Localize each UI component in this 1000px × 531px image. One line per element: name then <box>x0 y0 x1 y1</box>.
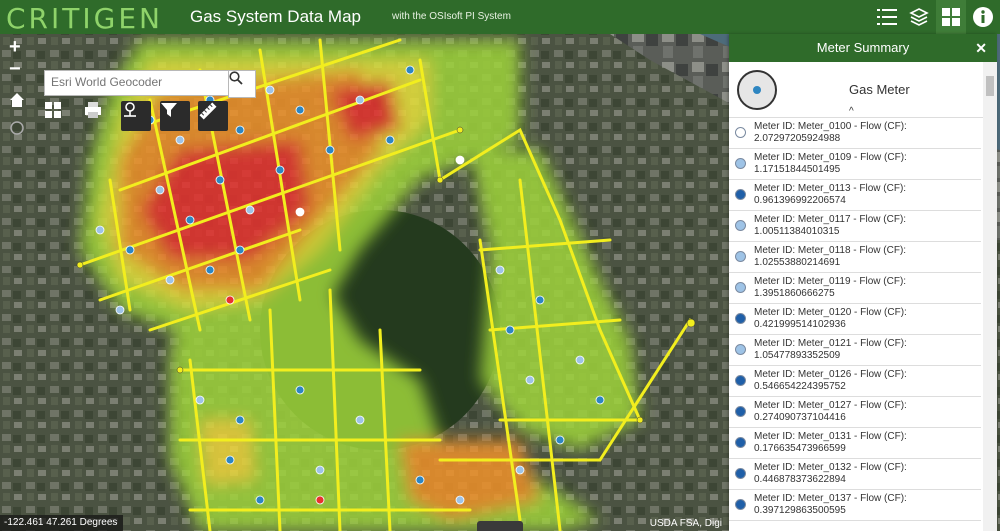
meter-status-icon <box>735 499 746 510</box>
map-attribution: USDA FSA, Digi <box>649 518 722 529</box>
locate-icon <box>10 121 24 135</box>
meter-row[interactable]: Meter ID: Meter_0118 - Flow (CF): 1.02553… <box>729 242 981 273</box>
zoom-out-button[interactable]: − <box>9 58 21 81</box>
meter-row-value: 0.421999514102936 <box>754 319 846 330</box>
meter-status-icon <box>735 251 746 262</box>
panel-header: Meter Summary ✕ <box>729 34 997 62</box>
meter-row[interactable]: Meter ID: Meter_0109 - Flow (CF): 1.17151… <box>729 149 981 180</box>
meter-row-label: Meter ID: Meter_0127 - Flow (CF): <box>754 400 907 411</box>
meter-row-value: 1.3951860666275 <box>754 288 835 299</box>
meter-row[interactable]: Meter ID: Meter_0121 - Flow (CF): 1.05477… <box>729 335 981 366</box>
ruler-icon <box>199 102 217 120</box>
meter-row-label: Meter ID: Meter_0126 - Flow (CF): <box>754 369 907 380</box>
app-header: CRITIGEN Gas System Data Map with the OS… <box>0 0 1000 35</box>
meter-row[interactable]: Meter ID: Meter_0137 - Flow (CF): 0.39712… <box>729 490 981 521</box>
meter-row[interactable]: Meter ID: Meter_0100 - Flow (CF): 2.07297… <box>729 118 981 149</box>
geocoder-search <box>44 70 237 96</box>
search-input[interactable] <box>45 71 237 93</box>
layers-button[interactable] <box>904 0 934 34</box>
app-title: Gas System Data Map <box>190 7 362 26</box>
meter-row[interactable]: Meter ID: Meter_0113 - Flow (CF): 0.96139… <box>729 180 981 211</box>
meter-status-icon <box>735 468 746 479</box>
meter-row-value: 0.961396992206574 <box>754 195 846 206</box>
pin-icon <box>124 102 136 117</box>
meter-status-icon <box>735 127 746 138</box>
meter-row-label: Meter ID: Meter_0131 - Flow (CF): <box>754 431 907 442</box>
search-icon <box>229 71 243 85</box>
meter-row[interactable]: Meter ID: Meter_0120 - Flow (CF): 0.42199… <box>729 304 981 335</box>
close-icon[interactable]: ✕ <box>975 34 987 62</box>
meter-row[interactable]: Meter ID: Meter_0117 - Flow (CF): 1.00511… <box>729 211 981 242</box>
meter-status-icon <box>735 375 746 386</box>
list-button[interactable] <box>872 0 902 34</box>
print-tool-button[interactable] <box>83 101 113 131</box>
meter-row[interactable]: Meter ID: Meter_0127 - Flow (CF): 0.27409… <box>729 397 981 428</box>
meter-status-icon <box>735 344 746 355</box>
meter-status-icon <box>735 437 746 448</box>
scrollbar-thumb[interactable] <box>986 76 994 96</box>
meter-row-label: Meter ID: Meter_0121 - Flow (CF): <box>754 338 907 349</box>
meter-row[interactable]: Meter ID: Meter_0132 - Flow (CF): 0.44687… <box>729 459 981 490</box>
meter-row-value: 1.00511384010315 <box>754 226 840 237</box>
meter-row-value: 0.397129863500595 <box>754 505 846 516</box>
meter-row-label: Meter ID: Meter_0100 - Flow (CF): <box>754 121 907 132</box>
panel-scrollbar[interactable] <box>983 62 997 531</box>
meter-row-value: 0.176635473966599 <box>754 443 846 454</box>
meter-row-value: 0.274090737104416 <box>754 412 846 423</box>
meter-status-icon <box>735 220 746 231</box>
home-icon <box>10 93 24 107</box>
info-button[interactable] <box>968 0 998 34</box>
meter-row-value: 0.546654224395752 <box>754 381 846 392</box>
meter-row-label: Meter ID: Meter_0118 - Flow (CF): <box>754 245 907 256</box>
meter-row-label: Meter ID: Meter_0119 - Flow (CF): <box>754 276 907 287</box>
bottom-panel-toggle[interactable] <box>477 521 523 531</box>
panel-title: Meter Summary <box>816 40 910 55</box>
meter-card: Gas Meter ^ <box>729 62 997 118</box>
meter-row[interactable]: Meter ID: Meter_0126 - Flow (CF): 0.54665… <box>729 366 981 397</box>
basemap-tool-button[interactable] <box>44 101 74 131</box>
meter-status-icon <box>735 313 746 324</box>
filter-icon <box>161 103 177 117</box>
meter-row-label: Meter ID: Meter_0113 - Flow (CF): <box>754 183 907 194</box>
meter-status-icon <box>735 282 746 293</box>
layers-icon <box>909 8 929 26</box>
brand-logo: CRITIGEN <box>6 2 163 35</box>
basemap-grid-icon <box>942 8 960 26</box>
meter-row[interactable]: Meter ID: Meter_0131 - Flow (CF): 0.17663… <box>729 428 981 459</box>
meter-status-icon <box>735 406 746 417</box>
meter-row-value: 1.02553880214691 <box>754 257 841 268</box>
app-subtitle: with the OSIsoft PI System <box>392 11 511 22</box>
coordinates-readout: -122.461 47.261 Degrees <box>0 515 124 531</box>
meter-row-label: Meter ID: Meter_0120 - Flow (CF): <box>754 307 907 318</box>
meter-summary-panel: Meter Summary ✕ Gas Meter ^ Meter ID: Me… <box>729 34 997 531</box>
meter-status-icon <box>735 158 746 169</box>
meter-row-value: 1.05477893352509 <box>754 350 841 361</box>
meter-type-label: Gas Meter <box>849 82 910 97</box>
gas-meter-icon <box>737 70 777 110</box>
info-icon <box>973 7 993 27</box>
search-button[interactable] <box>228 70 256 98</box>
meter-list: Meter ID: Meter_0100 - Flow (CF): 2.07297… <box>729 118 981 521</box>
meter-row-label: Meter ID: Meter_0132 - Flow (CF): <box>754 462 907 473</box>
meter-row[interactable]: Meter ID: Meter_0119 - Flow (CF): 1.39518… <box>729 273 981 304</box>
meter-row-label: Meter ID: Meter_0109 - Flow (CF): <box>754 152 907 163</box>
meter-row-label: Meter ID: Meter_0137 - Flow (CF): <box>754 493 907 504</box>
list-icon <box>877 9 897 25</box>
collapse-caret-icon[interactable]: ^ <box>849 106 854 117</box>
measure-tool-button[interactable] <box>198 101 228 131</box>
filter-tool-button[interactable] <box>160 101 190 131</box>
meter-row-value: 1.17151844501495 <box>754 164 841 175</box>
meter-status-icon <box>735 189 746 200</box>
print-icon <box>85 102 101 118</box>
locate-tool-button[interactable] <box>121 101 151 131</box>
zoom-in-button[interactable]: + <box>9 36 21 59</box>
meter-row-label: Meter ID: Meter_0117 - Flow (CF): <box>754 214 907 225</box>
grid-icon <box>45 102 61 118</box>
meter-row-value: 0.446878373622894 <box>754 474 846 485</box>
basemap-button[interactable] <box>936 0 966 34</box>
meter-row-value: 2.07297205924988 <box>754 133 841 144</box>
